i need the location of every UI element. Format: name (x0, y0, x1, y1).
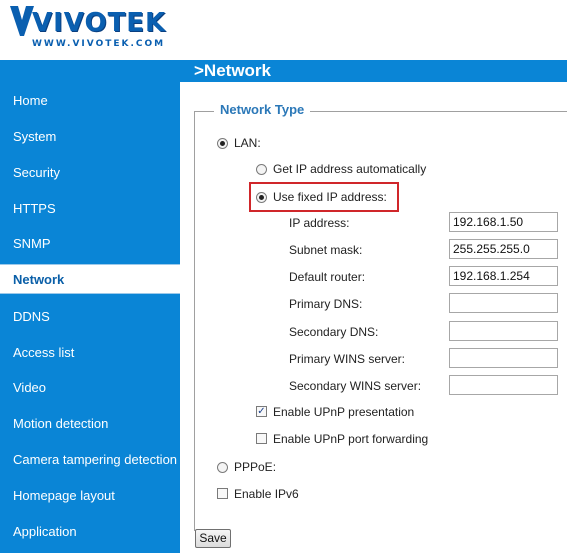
primary-dns-input[interactable] (449, 293, 558, 313)
secondary-wins-input[interactable] (449, 375, 558, 395)
logo-wordmark: VIVOTEK (32, 8, 167, 38)
secondary-wins-label: Secondary WINS server: (289, 379, 422, 393)
page-title: >Network (194, 61, 271, 80)
sidebar-item-https[interactable]: HTTPS (0, 194, 180, 224)
page-title-bar: >Network (180, 60, 567, 82)
ip-address-label: IP address: (289, 216, 350, 230)
get-ip-auto-label: Get IP address automatically (273, 162, 427, 176)
lan-label: LAN: (234, 136, 261, 150)
sidebar: Home System Security HTTPS SNMP Network … (0, 60, 180, 553)
content-area (180, 82, 567, 553)
primary-wins-input[interactable] (449, 348, 558, 368)
save-button[interactable]: Save (195, 529, 231, 548)
sidebar-item-application[interactable]: Application (0, 517, 180, 547)
header: VIVOTEK WWW.VIVOTEK.COM (0, 0, 567, 60)
lan-radio[interactable] (217, 138, 228, 149)
sidebar-item-homepage-layout[interactable]: Homepage layout (0, 481, 180, 511)
ipv6-label: Enable IPv6 (234, 487, 299, 501)
pppoe-label: PPPoE: (234, 460, 277, 474)
upnp-presentation-checkbox[interactable]: ✓ (256, 406, 267, 417)
secondary-dns-label: Secondary DNS: (289, 325, 379, 339)
primary-wins-label: Primary WINS server: (289, 352, 406, 366)
upnp-port-forwarding-checkbox[interactable] (256, 433, 267, 444)
upnp-port-forwarding-label: Enable UPnP port forwarding (273, 432, 429, 446)
sidebar-item-home[interactable]: Home (0, 86, 180, 116)
get-ip-auto-radio[interactable] (256, 164, 267, 175)
sidebar-item-access-list[interactable]: Access list (0, 338, 180, 368)
fixed-ip-label: Use fixed IP address: (273, 190, 387, 204)
subnet-mask-input[interactable]: 255.255.255.0 (449, 239, 558, 259)
sidebar-item-camera-tampering-detection[interactable]: Camera tampering detection (0, 445, 180, 475)
logo-mark-icon (10, 6, 34, 36)
secondary-dns-input[interactable] (449, 321, 558, 341)
logo-url: WWW.VIVOTEK.COM (32, 39, 166, 49)
sidebar-item-ddns[interactable]: DDNS (0, 302, 180, 332)
sidebar-item-snmp[interactable]: SNMP (0, 229, 180, 259)
sidebar-item-system[interactable]: System (0, 122, 180, 152)
primary-dns-label: Primary DNS: (289, 297, 363, 311)
default-router-label: Default router: (289, 270, 366, 284)
pppoe-radio[interactable] (217, 462, 228, 473)
sidebar-item-motion-detection[interactable]: Motion detection (0, 409, 180, 439)
ipv6-checkbox[interactable] (217, 488, 228, 499)
upnp-presentation-label: Enable UPnP presentation (273, 405, 415, 419)
fixed-ip-radio[interactable] (256, 192, 267, 203)
vivotek-logo: VIVOTEK WWW.VIVOTEK.COM (10, 6, 165, 54)
subnet-mask-label: Subnet mask: (289, 243, 363, 257)
default-router-input[interactable]: 192.168.1.254 (449, 266, 558, 286)
sidebar-item-network[interactable]: Network (0, 264, 180, 294)
sidebar-item-security[interactable]: Security (0, 158, 180, 188)
ip-address-input[interactable]: 192.168.1.50 (449, 212, 558, 232)
sidebar-item-video[interactable]: Video (0, 373, 180, 403)
network-type-legend: Network Type (214, 102, 311, 117)
